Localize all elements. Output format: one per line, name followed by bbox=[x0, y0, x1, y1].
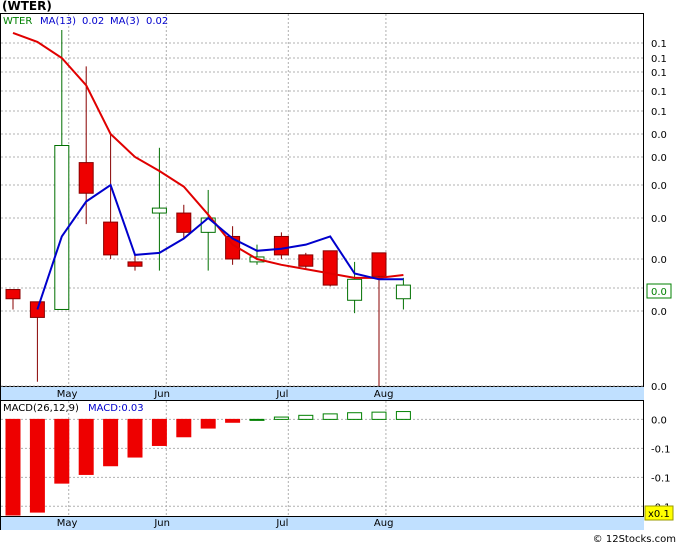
macd-bar-negative bbox=[127, 418, 143, 458]
macd-bar-negative bbox=[5, 418, 21, 516]
macd-bar-negative bbox=[176, 418, 192, 438]
macd-bar-positive bbox=[249, 418, 265, 421]
candle-down bbox=[29, 301, 45, 318]
candle-up bbox=[54, 145, 70, 310]
candle-down bbox=[103, 221, 119, 256]
candle-down bbox=[78, 162, 94, 194]
legend-ticker: WTER bbox=[3, 16, 32, 27]
macd-bar-positive bbox=[371, 411, 387, 420]
price-y-tick-label: 0.1 bbox=[651, 39, 667, 50]
legend-ma3: MA(3) bbox=[110, 16, 140, 27]
footer-credit: © 12Stocks.com bbox=[592, 534, 676, 545]
macd-legend-value: MACD:0.03 bbox=[88, 403, 144, 414]
candle-down bbox=[322, 250, 338, 286]
price-y-tick-label: 0.1 bbox=[651, 54, 667, 65]
macd-multiplier-label: x0.1 bbox=[648, 509, 670, 520]
macd-x-tick-label: Aug bbox=[374, 518, 394, 529]
price-y-tick-label: 0.0 bbox=[651, 382, 667, 393]
macd-bar-positive bbox=[273, 416, 289, 420]
macd-x-axis-band bbox=[1, 516, 644, 530]
price-y-tick-label: 0.1 bbox=[651, 68, 667, 79]
macd-bar-negative bbox=[29, 418, 45, 513]
legend-ma13-value: 0.02 bbox=[82, 16, 104, 27]
stock-chart: May May Jun Jun Jul Jul Aug Aug 0.1 0.1 0.1 0.1 0.1 0… bbox=[0, 13, 674, 530]
price-y-tick-label: 0.0 bbox=[651, 307, 667, 318]
candle-down bbox=[5, 289, 21, 300]
macd-y-tick-label: 0.0 bbox=[651, 415, 667, 426]
macd-bar-negative bbox=[78, 418, 94, 475]
price-x-tick-label: Jun bbox=[153, 389, 170, 400]
candle-down bbox=[298, 254, 314, 267]
price-y-tick-label: 0.1 bbox=[651, 87, 667, 98]
macd-x-tick-label: May bbox=[57, 518, 78, 529]
price-x-tick-label: May bbox=[57, 389, 78, 400]
price-y-tick-label: 0.0 bbox=[651, 153, 667, 164]
macd-y-tick-label: -0.1 bbox=[651, 444, 671, 455]
candle-down bbox=[273, 235, 289, 256]
candle-down bbox=[127, 261, 143, 267]
price-y-tick-label: 0.1 bbox=[651, 107, 667, 118]
candle-up bbox=[347, 278, 363, 301]
candle-up bbox=[395, 284, 411, 300]
macd-bar-negative bbox=[225, 418, 241, 423]
price-y-tick-label: 0.0 bbox=[651, 130, 667, 141]
price-panel-frame bbox=[0, 13, 644, 400]
last-price-label: 0.0 bbox=[651, 287, 667, 298]
candle-down bbox=[371, 252, 387, 277]
candle-up bbox=[151, 207, 167, 214]
macd-bar-negative bbox=[200, 418, 216, 429]
macd-x-tick-label: Jul bbox=[275, 518, 288, 529]
price-x-tick-label: Jul bbox=[275, 389, 288, 400]
price-y-tick-label: 0.0 bbox=[651, 214, 667, 225]
price-x-axis-band bbox=[1, 386, 644, 400]
price-x-tick-label: Aug bbox=[374, 389, 394, 400]
macd-bar-negative bbox=[151, 418, 167, 446]
price-y-tick-label: 0.0 bbox=[651, 255, 667, 266]
macd-bar-negative bbox=[54, 418, 70, 484]
macd-bar-negative bbox=[103, 418, 119, 467]
macd-x-tick-label: Jun bbox=[153, 518, 170, 529]
macd-bar-positive bbox=[347, 412, 363, 420]
candle-down bbox=[176, 212, 192, 233]
legend-ma3-value: 0.02 bbox=[146, 16, 168, 27]
price-y-tick-label: 0.0 bbox=[651, 181, 667, 192]
macd-bar-positive bbox=[322, 413, 338, 420]
legend-ma13: MA(13) bbox=[40, 16, 76, 27]
macd-bar-positive bbox=[395, 411, 411, 420]
macd-legend-label: MACD(26,12,9) bbox=[3, 403, 79, 414]
macd-y-tick-label: -0.1 bbox=[651, 473, 671, 484]
macd-bar-positive bbox=[298, 414, 314, 420]
